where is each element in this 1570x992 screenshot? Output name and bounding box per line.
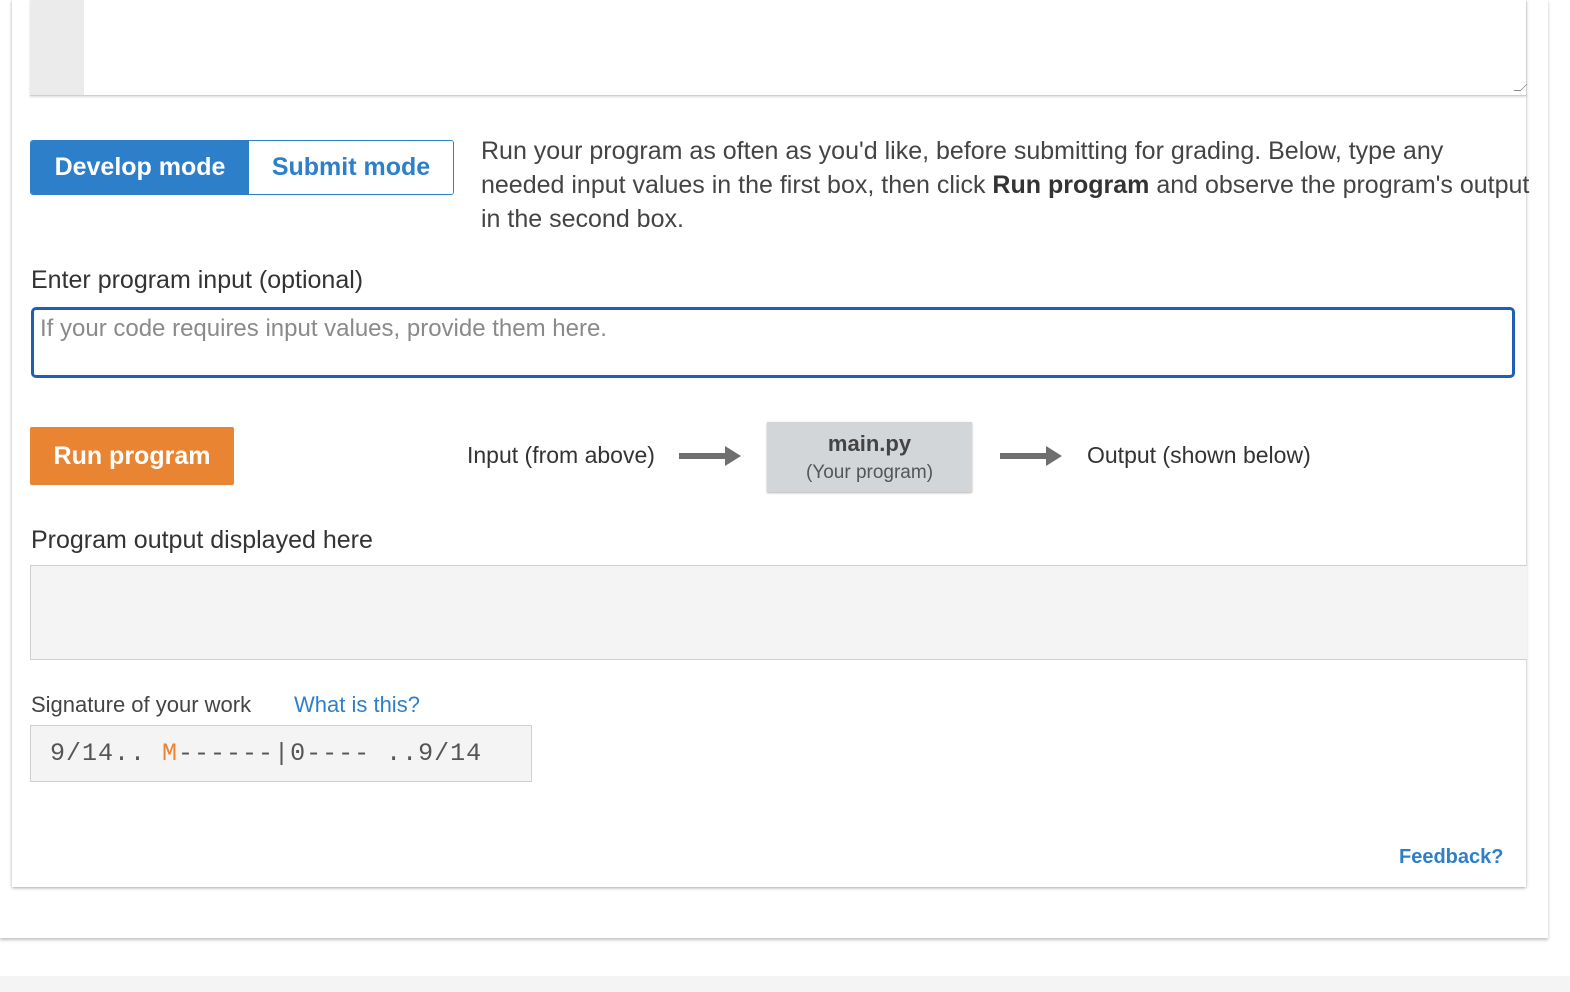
footer-strip bbox=[0, 976, 1570, 992]
run-program-button[interactable]: Run program bbox=[30, 427, 234, 485]
code-editor[interactable] bbox=[30, 0, 1528, 96]
resize-handle-icon[interactable] bbox=[1513, 84, 1528, 91]
flow-output-text: Output (shown below) bbox=[1087, 442, 1311, 468]
program-subtitle: (Your program) bbox=[805, 462, 934, 483]
signature-marker: M bbox=[162, 739, 179, 768]
output-label: Program output displayed here bbox=[31, 526, 373, 554]
lab-card: Develop mode Submit mode Run your progra… bbox=[12, 0, 1529, 887]
editor-gutter bbox=[30, 0, 84, 95]
signature-label: Signature of your work bbox=[31, 692, 252, 717]
program-box: main.py (Your program) bbox=[767, 422, 972, 492]
program-name: main.py bbox=[827, 431, 912, 456]
feedback-link[interactable]: Feedback? bbox=[1399, 846, 1503, 869]
program-input-field[interactable] bbox=[31, 307, 1515, 378]
develop-mode-button[interactable]: Develop mode bbox=[31, 141, 249, 194]
input-label: Enter program input (optional) bbox=[31, 266, 364, 294]
arrow-right-icon bbox=[679, 446, 741, 466]
arrow-right-icon bbox=[1000, 446, 1062, 466]
instructions-text: Run your program as often as you'd like,… bbox=[481, 134, 1531, 236]
submit-mode-button[interactable]: Submit mode bbox=[249, 141, 453, 194]
signature-box: 9/14.. M ------|0---- ..9/14 bbox=[30, 725, 532, 782]
instructions-bold: Run program bbox=[992, 171, 1150, 199]
signature-prefix: 9/14.. bbox=[50, 739, 163, 768]
what-is-this-link[interactable]: What is this? bbox=[294, 692, 420, 718]
mode-toggle: Develop mode Submit mode bbox=[30, 140, 454, 195]
signature-suffix: ------|0---- ..9/14 bbox=[178, 739, 483, 768]
flow-input-text: Input (from above) bbox=[467, 442, 655, 468]
program-output-area bbox=[30, 565, 1527, 660]
